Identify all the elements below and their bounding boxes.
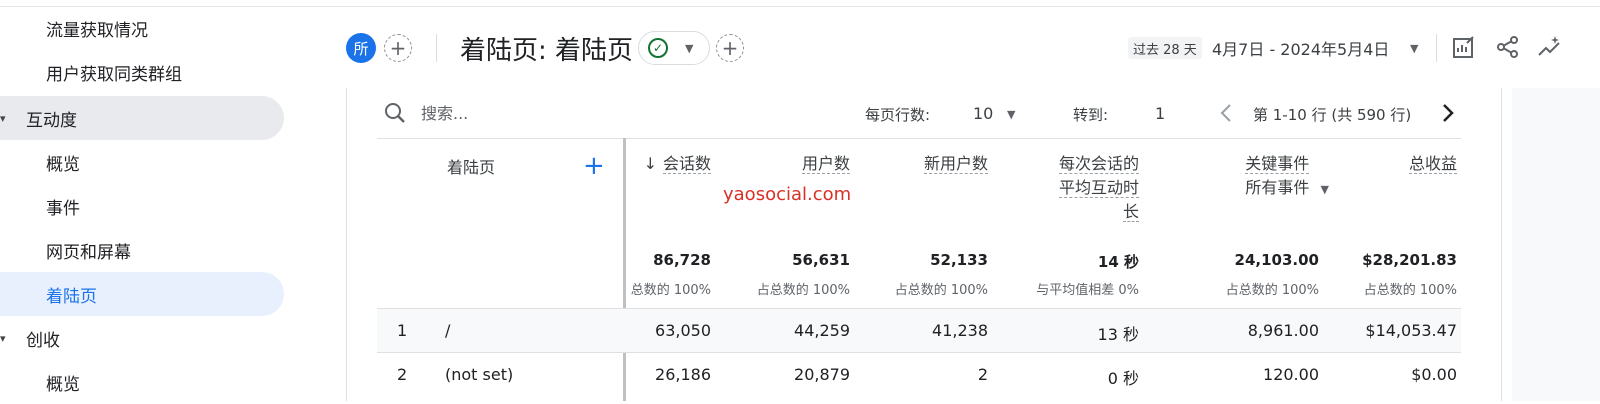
sidebar-group-monetization[interactable]: ▾ 创收 — [0, 316, 60, 360]
search-input[interactable] — [421, 101, 721, 125]
sidebar-group-label: 互动度 — [26, 110, 77, 131]
date-chevron-down-icon[interactable]: ▼ — [1410, 42, 1418, 55]
row-users: 20,879 — [794, 365, 850, 384]
table-row[interactable]: 1 / 63,050 44,259 41,238 13 秒 8,961.00 $… — [377, 308, 1461, 353]
next-page-icon[interactable] — [1441, 103, 1455, 127]
sidebar: 流量获取情况 用户获取同类群组 ▾ 互动度 概览 事件 网页和屏幕 着陆页 ▾ … — [0, 0, 300, 401]
row-dimension-link[interactable]: (not set) — [445, 365, 513, 384]
sidebar-item-overview[interactable]: 概览 — [46, 140, 80, 184]
column-header-users[interactable]: 用户数 — [801, 152, 850, 176]
column-header-avg-engagement-time[interactable]: 每次会话的 平均互动时 长 — [1058, 152, 1139, 224]
pagination-status: 第 1-10 行 (共 590 行) — [1253, 106, 1412, 124]
sidebar-item-label: 概览 — [46, 154, 80, 175]
table-row[interactable]: 2 (not set) 26,186 20,879 2 0 秒 120.00 $… — [377, 352, 1461, 397]
column-header-total-revenue[interactable]: 总收益 — [1408, 152, 1457, 176]
plus-icon: + — [721, 36, 739, 60]
table-toolbar: 每页行数: 10 ▼ 转到: 1 第 1-10 行 (共 590 行) — [377, 88, 1461, 139]
plus-icon: + — [389, 36, 407, 60]
add-dimension-plus-icon[interactable]: + — [583, 152, 605, 180]
sidebar-item-label: 事件 — [46, 198, 80, 219]
collapse-arrow-icon[interactable]: ▾ — [0, 112, 6, 125]
sidebar-item-label: 概览 — [46, 374, 80, 395]
report-header: 所 + 着陆页: 着陆页 ✓ ▼ + 过去 28 天 4月7日 - 2024年5… — [346, 20, 1600, 76]
sidebar-group-label: 创收 — [26, 330, 60, 351]
column-header-key-events[interactable]: 关键事件 所有事件 ▼ — [1235, 152, 1329, 202]
sidebar-item-label: 着陆页 — [46, 286, 97, 307]
row-key-events: 8,961.00 — [1247, 321, 1319, 340]
total-key-events: 24,103.00 — [1234, 251, 1319, 269]
sidebar-item-events[interactable]: 事件 — [46, 184, 80, 228]
total-new-users: 52,133 — [930, 251, 988, 269]
row-avg-engagement: 0 秒 — [1107, 369, 1139, 388]
key-events-filter-select[interactable]: 所有事件 ▼ — [1245, 176, 1329, 202]
previous-page-icon[interactable] — [1219, 103, 1233, 127]
row-sessions: 63,050 — [655, 321, 711, 340]
row-revenue: $14,053.47 — [1365, 321, 1457, 340]
landing-page-table: 着陆页 + ↓ 会话数 用户数 新用户数 每次会话的 平均互动时 长 关键事件 所… — [377, 138, 1461, 401]
row-revenue: $0.00 — [1411, 365, 1457, 384]
column-header-sessions[interactable]: ↓ 会话数 — [644, 152, 711, 176]
sidebar-group-engagement[interactable]: ▾ 互动度 — [0, 96, 77, 140]
row-sessions: 26,186 — [655, 365, 711, 384]
header-divider — [1436, 34, 1437, 62]
row-dimension-link[interactable]: / — [445, 321, 450, 340]
row-new-users: 41,238 — [932, 321, 988, 340]
rows-per-page-select[interactable]: 10 — [973, 104, 993, 123]
row-index: 1 — [397, 321, 408, 340]
total-new-users-percent: 占总数的 100% — [894, 283, 988, 298]
share-icon[interactable] — [1493, 32, 1523, 62]
sort-arrow-down-icon: ↓ — [643, 154, 657, 173]
sidebar-item-label: 网页和屏幕 — [46, 242, 131, 263]
total-avg-engagement: 14 秒 — [1097, 253, 1139, 271]
row-key-events: 120.00 — [1263, 365, 1319, 384]
search-icon — [384, 102, 406, 128]
total-avg-engagement-diff: 与平均值相差 0% — [1036, 283, 1139, 298]
rows-per-page-chevron-icon[interactable]: ▼ — [1007, 108, 1015, 121]
sidebar-item-pages-screens[interactable]: 网页和屏幕 — [46, 228, 131, 272]
total-users: 56,631 — [792, 251, 850, 269]
date-range-picker[interactable]: 4月7日 - 2024年5月4日 — [1212, 36, 1389, 60]
header-divider — [436, 34, 437, 62]
collapse-arrow-icon[interactable]: ▾ — [0, 332, 6, 345]
goto-label: 转到: — [1073, 106, 1109, 124]
total-sessions-percent: 总数的 100% — [630, 283, 711, 298]
page-title: 着陆页: 着陆页 — [460, 36, 634, 66]
chevron-down-icon: ▼ — [685, 42, 694, 55]
report-status-chip[interactable]: ✓ ▼ — [638, 31, 710, 65]
row-users: 44,259 — [794, 321, 850, 340]
report-table-card: 每页行数: 10 ▼ 转到: 1 第 1-10 行 (共 590 行) 着陆页 … — [346, 88, 1502, 401]
total-sessions: 86,728 — [653, 251, 711, 269]
right-panel-edge — [1512, 88, 1600, 401]
add-filter-button[interactable]: + — [716, 34, 744, 62]
sidebar-item-label: 流量获取情况 — [46, 20, 148, 41]
goto-page-input[interactable]: 1 — [1155, 104, 1165, 123]
comparison-avatar[interactable]: 所 — [346, 33, 376, 63]
row-index: 2 — [397, 365, 408, 384]
customize-report-icon[interactable] — [1449, 32, 1479, 62]
sidebar-item-landing-page[interactable]: 着陆页 — [46, 272, 97, 316]
total-revenue: $28,201.83 — [1362, 251, 1457, 269]
total-revenue-percent: 占总数的 100% — [1363, 283, 1457, 298]
row-avg-engagement: 13 秒 — [1097, 325, 1139, 344]
row-new-users: 2 — [977, 365, 988, 384]
rows-per-page-label: 每页行数: — [865, 106, 931, 124]
add-comparison-button[interactable]: + — [384, 34, 412, 62]
check-circle-icon: ✓ — [648, 38, 668, 58]
total-key-events-percent: 占总数的 100% — [1225, 283, 1319, 298]
chevron-down-icon: ▼ — [1320, 183, 1329, 196]
total-users-percent: 占总数的 100% — [756, 283, 850, 298]
sidebar-item-monetization-overview[interactable]: 概览 — [46, 360, 80, 404]
sidebar-item-user-acquisition-cohort[interactable]: 用户获取同类群组 — [46, 50, 182, 94]
column-header-new-users[interactable]: 新用户数 — [923, 152, 988, 176]
dimension-header[interactable]: 着陆页 — [447, 156, 495, 180]
date-preset-chip[interactable]: 过去 28 天 — [1128, 37, 1202, 59]
sidebar-item-label: 用户获取同类群组 — [46, 64, 182, 85]
sidebar-item-traffic-acquisition[interactable]: 流量获取情况 — [46, 6, 148, 50]
insights-sparkle-icon[interactable] — [1534, 32, 1564, 62]
main-content: 所 + 着陆页: 着陆页 ✓ ▼ + 过去 28 天 4月7日 - 2024年5… — [346, 0, 1600, 401]
sidebar-active-highlight — [0, 272, 284, 316]
watermark-text: yaosocial.com — [723, 184, 852, 205]
